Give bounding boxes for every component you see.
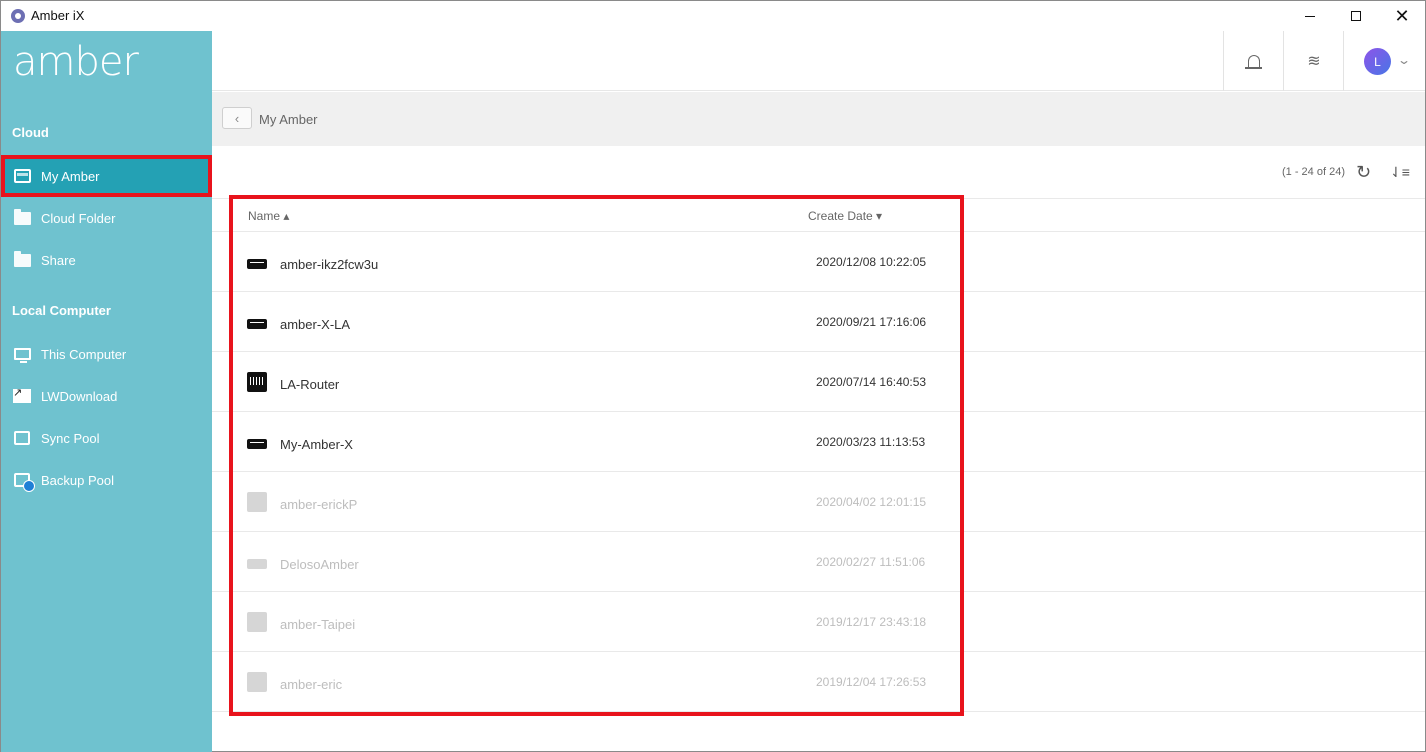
device-name: amber-Taipei <box>280 617 356 632</box>
sidebar-item-label: This Computer <box>41 346 127 362</box>
notifications-button[interactable] <box>1242 49 1266 73</box>
download-shortcut-icon <box>13 386 31 404</box>
sidebar: amber Cloud My Amber Cloud Folder Share … <box>1 31 212 752</box>
list-item[interactable]: amber-Taipei 2019/12/17 23:43:18 <box>212 592 1425 652</box>
header-divider <box>1283 31 1284 91</box>
local-computer-section-title: Local Computer <box>12 303 111 318</box>
close-icon: ✕ <box>1394 6 1410 26</box>
amber-x-device-icon <box>247 439 267 449</box>
header-divider <box>1223 31 1224 91</box>
sidebar-item-lwdownload[interactable]: LWDownload <box>1 375 212 417</box>
create-date: 2020/12/08 10:22:05 <box>816 255 927 269</box>
device-name: LA-Router <box>280 377 340 392</box>
column-header-create-date[interactable]: Create Date ▾ <box>808 209 882 223</box>
cloud-folder-icon <box>13 208 31 226</box>
amber-device-icon <box>247 492 267 512</box>
amber-logo: amber <box>13 39 139 85</box>
create-date: 2020/02/27 11:51:06 <box>816 555 926 569</box>
amber-device-icon <box>247 672 267 692</box>
sidebar-item-cloud-folder[interactable]: Cloud Folder <box>1 197 212 239</box>
cloud-section-title: Cloud <box>12 125 49 140</box>
breadcrumb-current: My Amber <box>259 112 318 127</box>
breadcrumb: ‹ My Amber <box>212 92 1425 146</box>
sync-pool-icon <box>13 430 31 446</box>
list-item[interactable]: DelosoAmber 2020/02/27 11:51:06 <box>212 532 1425 592</box>
minimize-icon <box>1305 15 1315 17</box>
amber-x-device-icon <box>247 259 267 269</box>
monitor-icon <box>13 346 31 363</box>
sidebar-item-share[interactable]: Share <box>1 239 212 281</box>
top-header: ≋ L ⌄ <box>212 31 1425 91</box>
column-header-name[interactable]: Name ▴ <box>248 209 289 223</box>
list-item[interactable]: amber-ikz2fcw3u 2020/12/08 10:22:05 <box>212 232 1425 292</box>
back-button[interactable]: ‹ <box>222 107 252 129</box>
header-divider <box>1343 31 1344 91</box>
sidebar-item-label: Backup Pool <box>41 472 114 488</box>
maximize-icon <box>1351 11 1361 21</box>
create-date: 2019/12/17 23:43:18 <box>816 615 927 629</box>
amber-app-icon <box>11 9 25 23</box>
avatar[interactable]: L <box>1364 48 1391 75</box>
amber-device-icon <box>247 612 267 632</box>
nas-icon <box>13 168 31 184</box>
amber-x-device-icon <box>247 319 267 329</box>
device-name: amber-ikz2fcw3u <box>280 257 379 272</box>
sort-options-icon[interactable]: ⇃≡ <box>1390 164 1410 181</box>
list-item[interactable]: My-Amber-X 2020/03/23 11:13:53 <box>212 412 1425 472</box>
device-name: My-Amber-X <box>280 437 353 452</box>
amber-x-device-icon <box>247 559 267 569</box>
list-item[interactable]: LA-Router 2020/07/14 16:40:53 <box>212 352 1425 412</box>
item-count: (1 - 24 of 24) <box>1282 166 1345 178</box>
create-date: 2019/12/04 17:26:53 <box>816 675 927 689</box>
close-button[interactable]: ✕ <box>1379 1 1425 31</box>
sidebar-item-sync-pool[interactable]: Sync Pool <box>1 417 212 459</box>
backup-pool-icon <box>13 472 35 492</box>
create-date: 2020/04/02 12:01:15 <box>816 495 927 509</box>
sidebar-item-this-computer[interactable]: This Computer <box>1 333 212 375</box>
sidebar-item-label: Cloud Folder <box>41 210 116 226</box>
bell-icon <box>1245 54 1262 69</box>
list-item[interactable]: amber-erickP 2020/04/02 12:01:15 <box>212 472 1425 532</box>
refresh-icon[interactable]: ↻ <box>1356 162 1371 183</box>
list-item[interactable]: amber-eric 2019/12/04 17:26:53 <box>212 652 1425 712</box>
create-date: 2020/09/21 17:16:06 <box>816 315 927 329</box>
chevron-down-icon[interactable]: ⌄ <box>1397 53 1411 67</box>
chevron-left-icon: ‹ <box>234 110 240 126</box>
device-name: DelosoAmber <box>280 557 359 572</box>
list-item[interactable]: amber-X-LA 2020/09/21 17:16:06 <box>212 292 1425 352</box>
stack-icon: ≋ <box>1307 53 1321 70</box>
app-window: Amber iX ✕ amber Cloud My Amber Cloud Fo… <box>0 0 1426 752</box>
list-header: Name ▴ Create Date ▾ <box>212 198 1425 232</box>
create-date: 2020/07/14 16:40:53 <box>816 375 927 389</box>
sidebar-item-label: My Amber <box>41 168 100 184</box>
sidebar-item-label: LWDownload <box>41 388 118 404</box>
maximize-button[interactable] <box>1333 1 1379 31</box>
create-date: 2020/03/23 11:13:53 <box>816 435 926 449</box>
minimize-button[interactable] <box>1287 1 1333 31</box>
window-title: Amber iX <box>31 8 85 23</box>
sidebar-item-label: Share <box>41 252 76 268</box>
sidebar-item-label: Sync Pool <box>41 430 100 446</box>
title-bar: Amber iX ✕ <box>1 1 1425 31</box>
sidebar-item-my-amber[interactable]: My Amber <box>1 155 212 197</box>
device-list: Name ▴ Create Date ▾ amber-ikz2fcw3u 202… <box>212 198 1425 712</box>
sidebar-item-backup-pool[interactable]: Backup Pool <box>1 459 212 501</box>
device-name: amber-erickP <box>280 497 358 512</box>
share-icon <box>13 250 31 268</box>
transfer-queue-button[interactable]: ≋ <box>1302 49 1326 73</box>
device-name: amber-X-LA <box>280 317 351 332</box>
device-name: amber-eric <box>280 677 343 692</box>
router-device-icon <box>247 372 267 392</box>
